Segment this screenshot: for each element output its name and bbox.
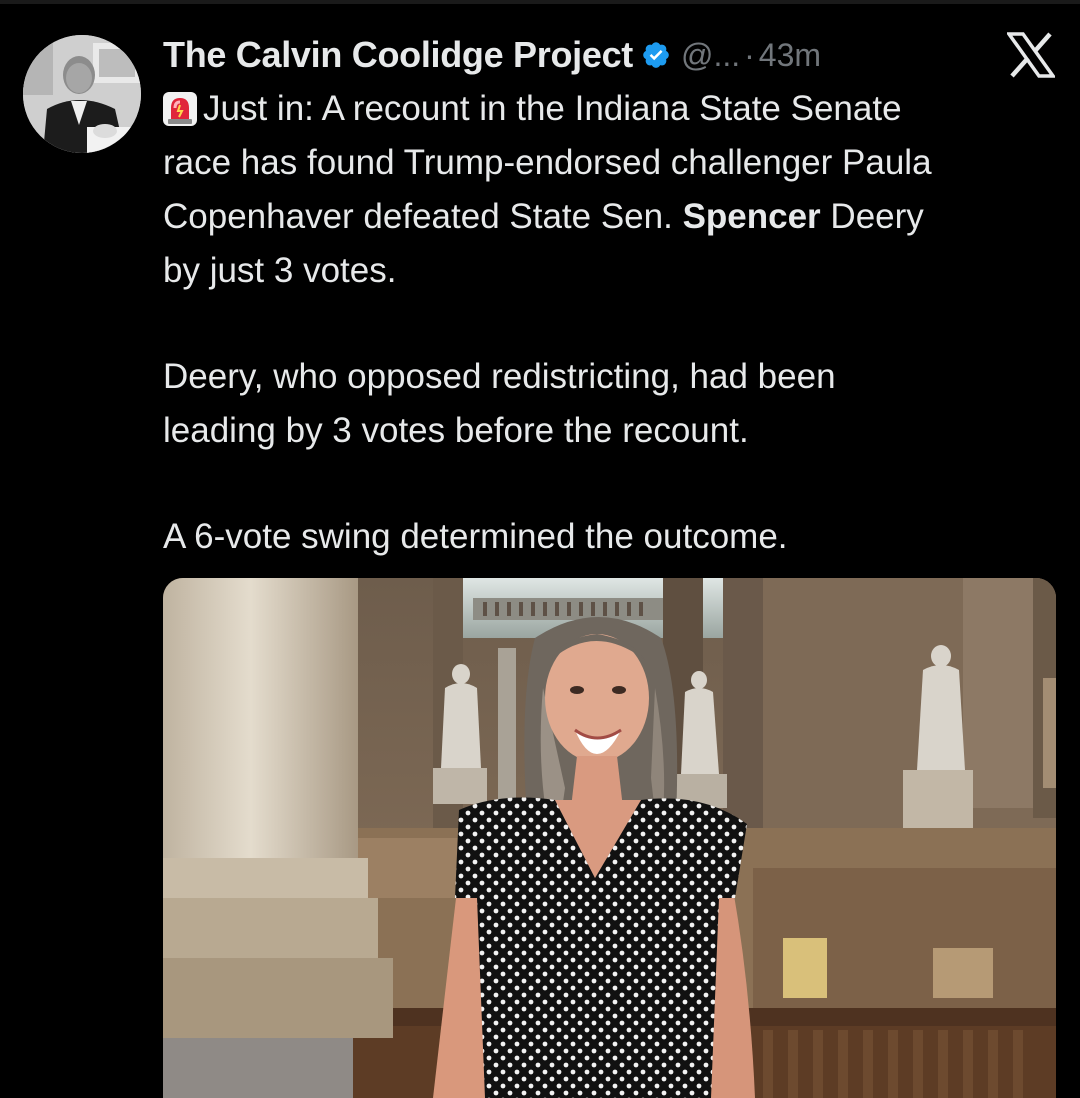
author-name[interactable]: The Calvin Coolidge Project (163, 34, 633, 76)
highlighted-name: Spencer (682, 197, 821, 236)
dot-separator: · (744, 36, 755, 73)
tweet-text: Just in: A recount in the Indiana State … (163, 82, 1063, 564)
tweet-media-photo[interactable] (163, 578, 1056, 1098)
portrait-avatar-icon (23, 35, 141, 153)
verified-badge-icon (641, 40, 671, 70)
tweet-line-3-start: Copenhaver defeated State Sen. (163, 197, 683, 236)
timestamp[interactable]: 43m (759, 37, 821, 74)
top-divider (0, 0, 1080, 4)
tweet-line-1: Just in: A recount in the Indiana State … (203, 89, 902, 128)
tweet-header: The Calvin Coolidge Project @... · 43m (163, 30, 821, 80)
author-avatar[interactable] (23, 35, 141, 153)
tweet-line-5: Deery, who opposed redistricting, had be… (163, 357, 836, 396)
rotating-light-emoji-icon (163, 88, 197, 126)
tweet-line-6: leading by 3 votes before the recount. (163, 411, 749, 450)
tweet-line-2: race has found Trump-endorsed challenger… (163, 143, 932, 182)
tweet-line-4: by just 3 votes. (163, 251, 397, 290)
tweet-line: Just in: A recount in the Indiana State … (163, 82, 1063, 136)
x-logo-icon[interactable] (1005, 32, 1057, 78)
author-handle[interactable]: @... (681, 37, 740, 74)
tweet-line-7: A 6-vote swing determined the outcome. (163, 517, 788, 556)
tweet-line-3-end: Deery (820, 197, 924, 236)
tweet-line: Copenhaver defeated State Sen. Spencer D… (163, 190, 1063, 244)
statehouse-photo (163, 578, 1056, 1098)
